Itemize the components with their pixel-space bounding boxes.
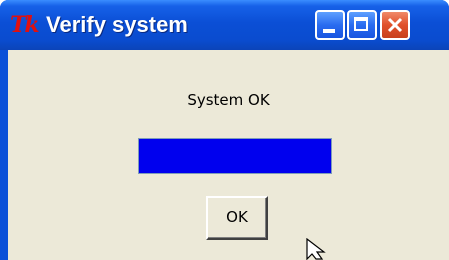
dialog-body: System OK OK bbox=[8, 50, 449, 260]
title-bar[interactable]: Tk Verify system bbox=[0, 0, 449, 50]
close-icon bbox=[387, 17, 403, 33]
ok-button[interactable]: OK bbox=[206, 196, 268, 240]
dialog-window: Tk Verify system System OK OK bbox=[0, 0, 449, 260]
close-button[interactable] bbox=[380, 10, 410, 40]
maximize-icon bbox=[354, 17, 368, 31]
minimize-button[interactable] bbox=[315, 10, 345, 40]
progress-bar bbox=[138, 138, 332, 174]
maximize-button[interactable] bbox=[347, 10, 377, 40]
minimize-icon bbox=[323, 29, 335, 33]
mouse-cursor-icon bbox=[306, 238, 326, 260]
tk-icon: Tk bbox=[10, 12, 40, 38]
window-title: Verify system bbox=[46, 12, 188, 37]
progress-fill bbox=[139, 139, 331, 173]
status-message: System OK bbox=[187, 91, 270, 109]
